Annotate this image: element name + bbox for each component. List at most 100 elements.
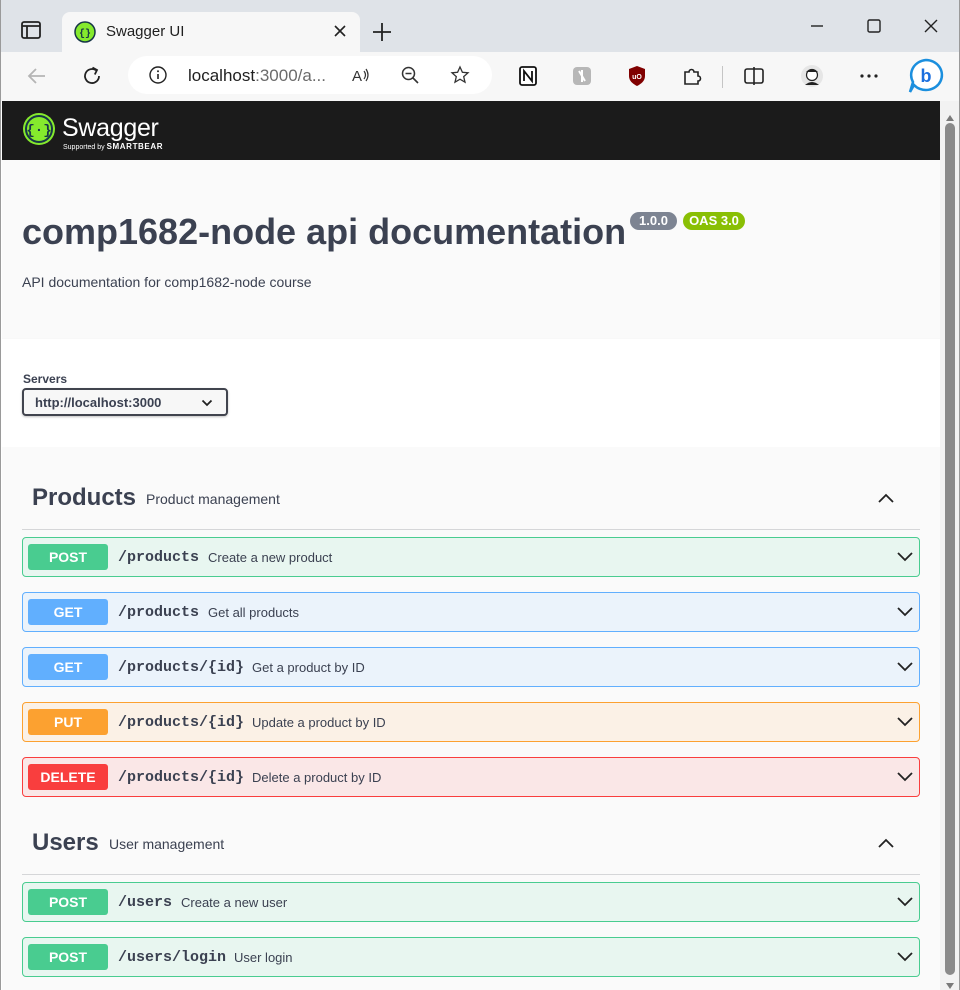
favorite-star-icon[interactable] bbox=[450, 65, 470, 85]
svg-text:b: b bbox=[921, 66, 932, 86]
operation-get-product-by-id[interactable]: GET /products/{id} Get a product by ID bbox=[22, 647, 920, 687]
zoom-out-icon[interactable] bbox=[400, 65, 420, 85]
servers-section: Servers http://localhost:3000 bbox=[2, 339, 940, 447]
chevron-down-icon[interactable] bbox=[895, 602, 915, 622]
chevron-down-icon bbox=[200, 396, 214, 410]
tag-description: User management bbox=[109, 836, 225, 852]
maximize-icon[interactable] bbox=[864, 16, 884, 36]
tag-name: Users bbox=[32, 829, 99, 856]
page-scrollbar[interactable] bbox=[940, 101, 960, 990]
more-options-icon[interactable] bbox=[857, 64, 881, 88]
chevron-up-icon[interactable] bbox=[876, 833, 896, 853]
api-description: API documentation for comp1682-node cour… bbox=[22, 274, 312, 290]
tag-description: Product management bbox=[146, 491, 280, 507]
operation-summary: Get a product by ID bbox=[252, 660, 365, 675]
operation-post-users[interactable]: POST /users Create a new user bbox=[22, 882, 920, 922]
split-screen-icon[interactable] bbox=[742, 64, 766, 88]
url-text[interactable]: localhost:3000/a... bbox=[188, 66, 326, 86]
scroll-down-arrow-icon[interactable] bbox=[945, 977, 955, 989]
method-badge: POST bbox=[28, 889, 108, 915]
url-host: localhost bbox=[188, 66, 256, 85]
operation-path: /products bbox=[118, 604, 200, 621]
browser-toolbar: localhost:3000/a... A uO b bbox=[0, 52, 960, 101]
svg-text:uO: uO bbox=[632, 74, 642, 81]
back-icon[interactable] bbox=[25, 64, 49, 88]
operation-summary: Get all products bbox=[208, 605, 300, 620]
address-bar[interactable]: localhost:3000/a... A bbox=[128, 56, 492, 94]
svg-text:{·}: {·} bbox=[26, 123, 51, 139]
tag-header-users[interactable]: Users User management bbox=[22, 829, 920, 875]
refresh-icon[interactable] bbox=[80, 64, 104, 88]
operation-summary: Create a new product bbox=[208, 550, 333, 565]
bing-copilot-icon[interactable]: b bbox=[906, 58, 946, 94]
swagger-topbar: {·} Swagger Supported by SMARTBEAR bbox=[2, 101, 940, 160]
tab-actions-icon[interactable] bbox=[18, 18, 44, 44]
operations-section: Products Product management POST /produc… bbox=[2, 447, 940, 990]
extensions-puzzle-icon[interactable] bbox=[680, 64, 704, 88]
servers-label: Servers bbox=[23, 372, 68, 386]
method-badge: PUT bbox=[28, 709, 108, 735]
chevron-down-icon[interactable] bbox=[895, 657, 915, 677]
operation-path: /products/{id} bbox=[118, 714, 245, 731]
svg-text:{}: {} bbox=[79, 28, 91, 40]
operation-path: /products/{id} bbox=[118, 769, 245, 786]
toolbar-separator bbox=[722, 66, 723, 88]
operation-summary: Create a new user bbox=[181, 895, 288, 910]
browser-titlebar: {} Swagger UI bbox=[0, 0, 960, 54]
scroll-up-arrow-icon[interactable] bbox=[945, 109, 955, 121]
tab-title: Swagger UI bbox=[106, 23, 185, 40]
ublock-origin-icon[interactable]: uO bbox=[625, 64, 649, 88]
swagger-logo-icon[interactable]: {·} bbox=[22, 112, 56, 146]
chevron-down-icon[interactable] bbox=[895, 892, 915, 912]
read-aloud-icon[interactable]: A bbox=[351, 65, 371, 85]
method-badge: POST bbox=[28, 944, 108, 970]
close-window-icon[interactable] bbox=[921, 16, 941, 36]
swagger-favicon-icon: {} bbox=[74, 21, 96, 43]
api-title: comp1682-node api documentation bbox=[22, 211, 627, 252]
operation-path: /products bbox=[118, 549, 200, 566]
operation-summary: Update a product by ID bbox=[252, 715, 386, 730]
operation-get-products[interactable]: GET /products Get all products bbox=[22, 592, 920, 632]
swagger-logo-text[interactable]: Swagger bbox=[62, 114, 159, 143]
site-info-icon[interactable] bbox=[148, 65, 168, 85]
operation-post-products[interactable]: POST /products Create a new product bbox=[22, 537, 920, 577]
chevron-down-icon[interactable] bbox=[895, 947, 915, 967]
swagger-page: {·} Swagger Supported by SMARTBEAR comp1… bbox=[2, 101, 940, 990]
swagger-logo-subtext: Supported by SMARTBEAR bbox=[63, 142, 163, 151]
operation-path: /products/{id} bbox=[118, 659, 245, 676]
servers-selected-value: http://localhost:3000 bbox=[35, 395, 162, 410]
browser-tab[interactable]: {} Swagger UI bbox=[62, 12, 360, 54]
minimize-icon[interactable] bbox=[807, 16, 827, 36]
operation-summary: User login bbox=[234, 950, 293, 965]
operation-summary: Delete a product by ID bbox=[252, 770, 382, 785]
logo-supported-by: Supported by bbox=[63, 144, 105, 151]
chevron-up-icon[interactable] bbox=[876, 488, 896, 508]
close-tab-icon[interactable] bbox=[332, 23, 348, 39]
chevron-down-icon[interactable] bbox=[895, 767, 915, 787]
operation-delete-product[interactable]: DELETE /products/{id} Delete a product b… bbox=[22, 757, 920, 797]
servers-select[interactable]: http://localhost:3000 bbox=[22, 388, 228, 416]
svg-text:A: A bbox=[352, 68, 362, 85]
operation-path: /users/login bbox=[118, 949, 227, 966]
tag-header-products[interactable]: Products Product management bbox=[22, 484, 920, 530]
url-rest: :3000/a... bbox=[255, 66, 326, 85]
operation-put-product[interactable]: PUT /products/{id} Update a product by I… bbox=[22, 702, 920, 742]
api-info: comp1682-node api documentation 1.0.0 OA… bbox=[2, 160, 940, 339]
method-badge: POST bbox=[28, 544, 108, 570]
oas-badge: OAS 3.0 bbox=[683, 212, 745, 230]
profile-avatar-icon[interactable] bbox=[800, 64, 824, 88]
chevron-down-icon[interactable] bbox=[895, 712, 915, 732]
chevron-down-icon[interactable] bbox=[895, 547, 915, 567]
logo-smartbear: SMARTBEAR bbox=[106, 142, 164, 151]
notion-extension-icon[interactable] bbox=[516, 64, 540, 88]
method-badge: DELETE bbox=[28, 764, 108, 790]
tag-name: Products bbox=[32, 484, 137, 511]
method-badge: GET bbox=[28, 654, 108, 680]
method-badge: GET bbox=[28, 599, 108, 625]
new-tab-icon[interactable] bbox=[370, 20, 394, 44]
extension-shield-icon[interactable] bbox=[570, 64, 594, 88]
scrollbar-thumb[interactable] bbox=[945, 123, 955, 975]
operation-path: /users bbox=[118, 894, 173, 911]
version-badge: 1.0.0 bbox=[630, 212, 677, 230]
operation-post-users-login[interactable]: POST /users/login User login bbox=[22, 937, 920, 977]
